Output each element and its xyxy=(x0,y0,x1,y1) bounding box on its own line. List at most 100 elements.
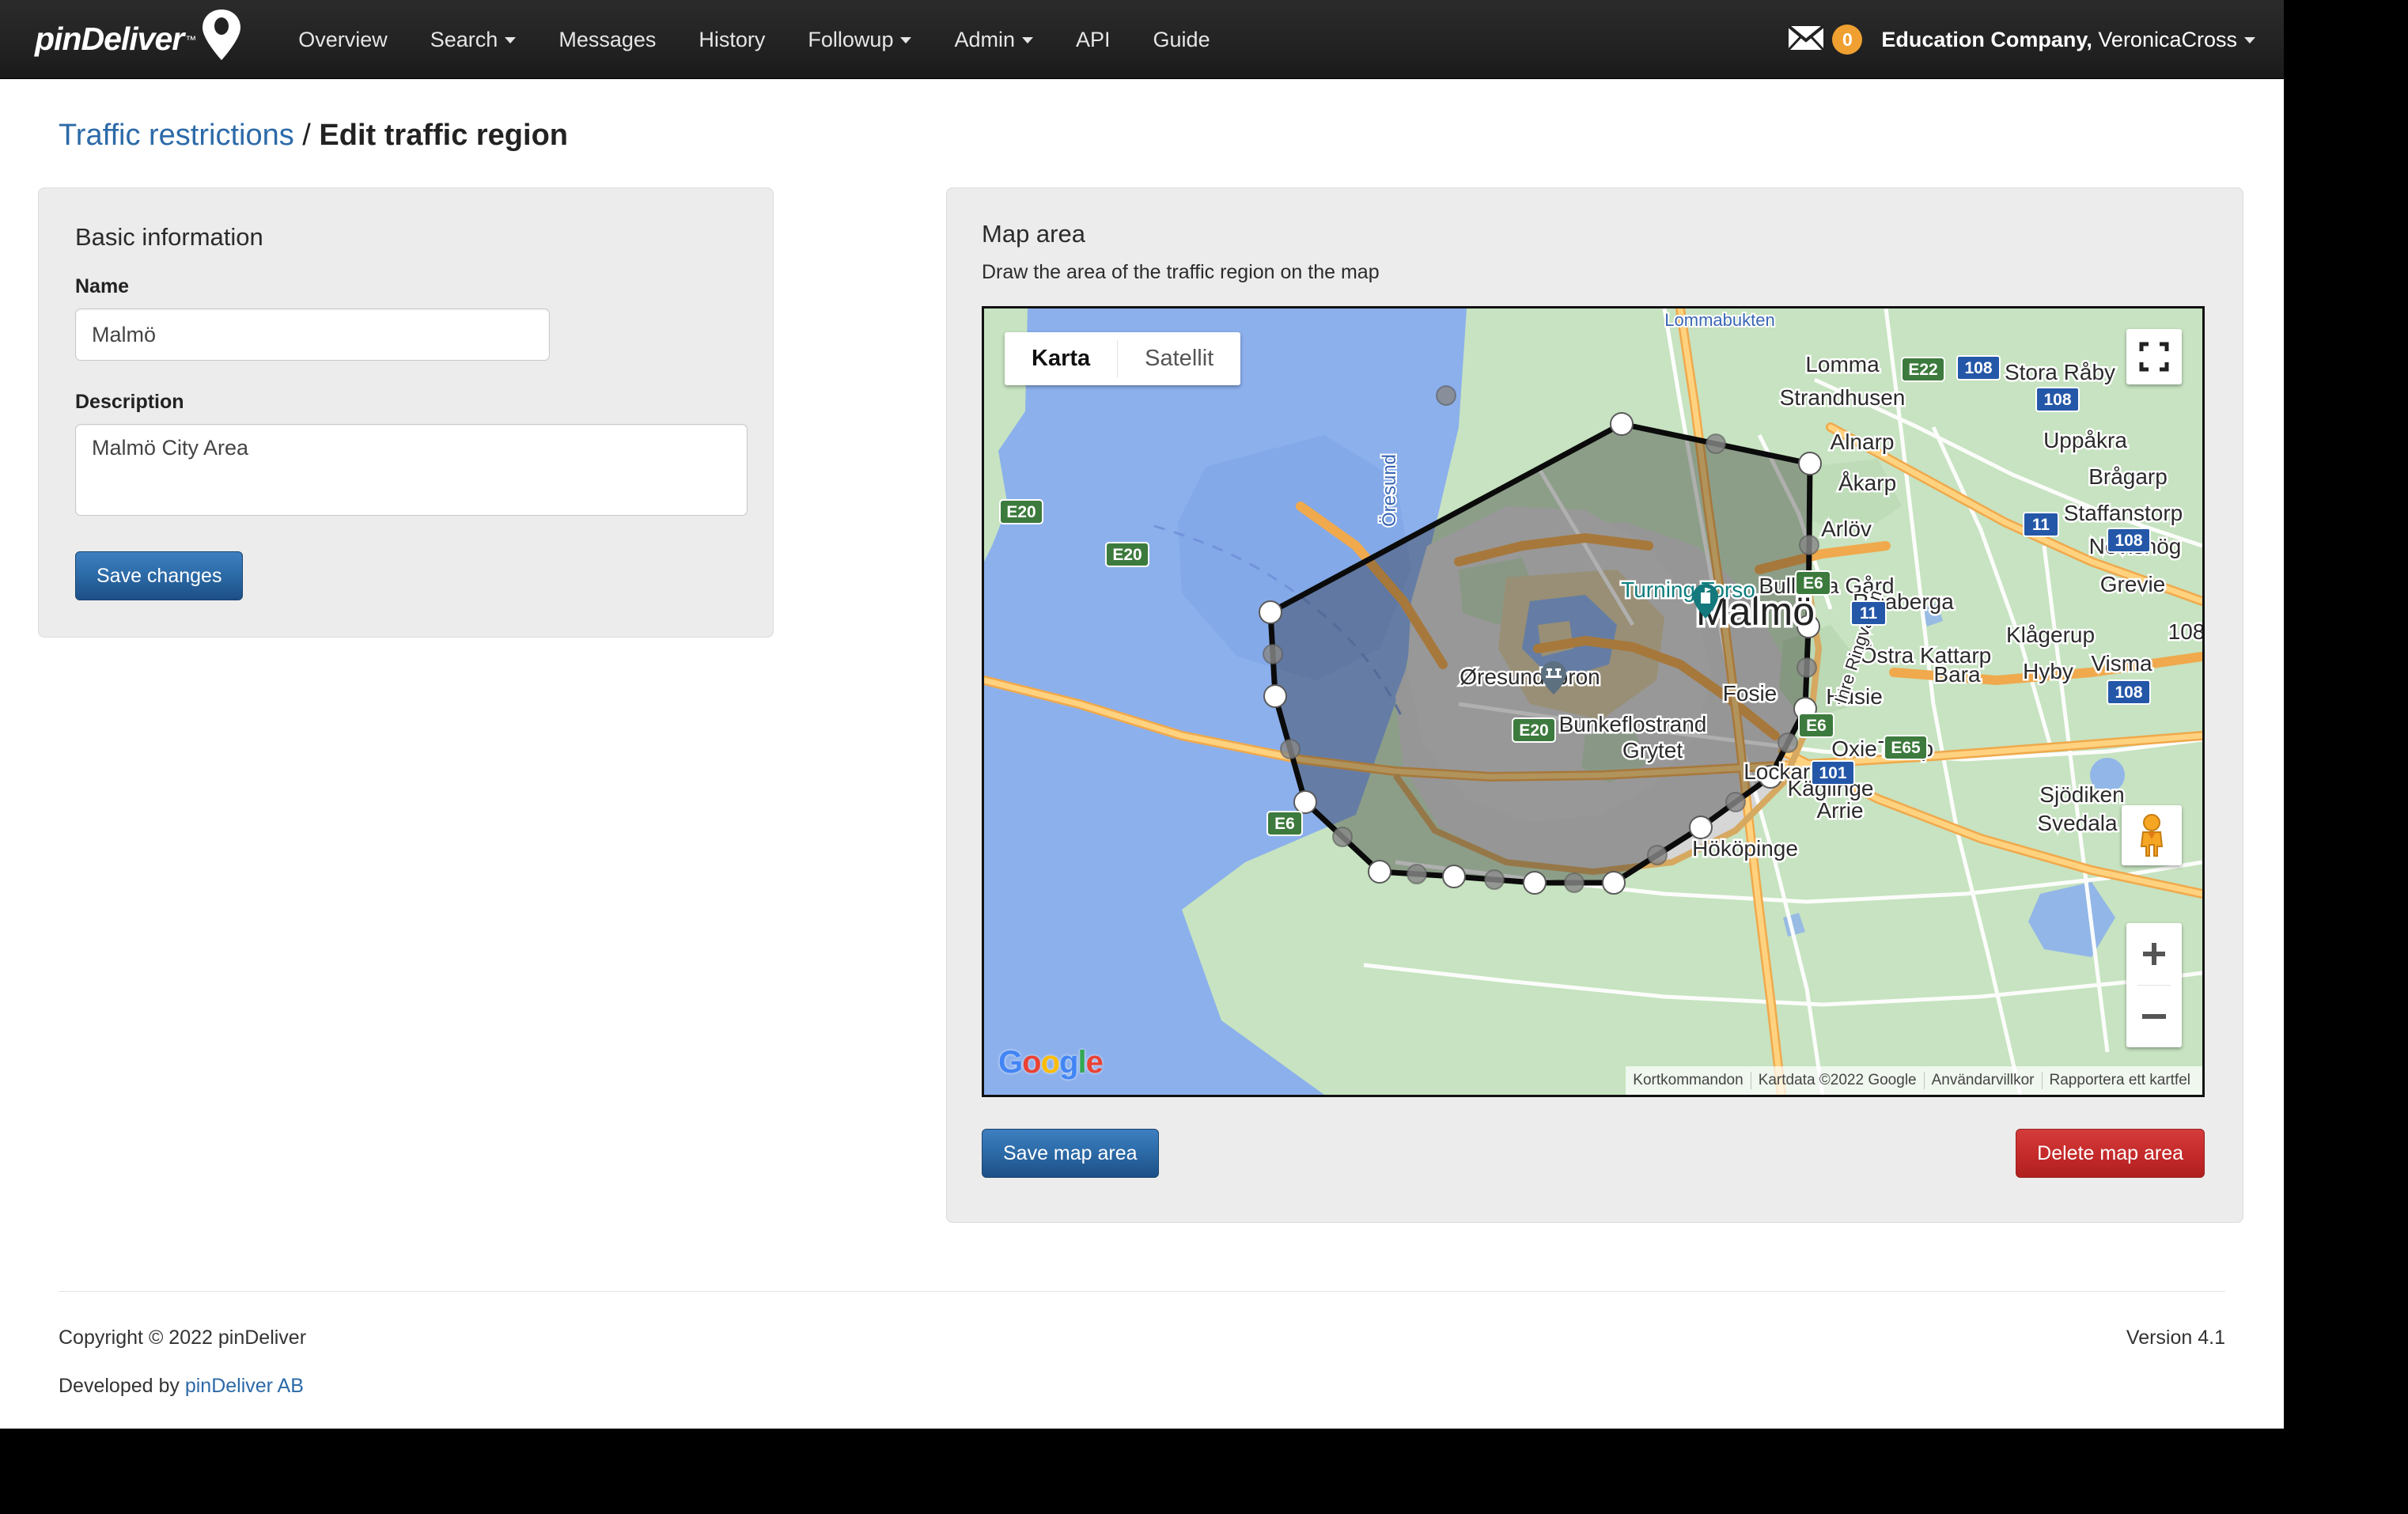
footer-developed-prefix: Developed by xyxy=(59,1375,185,1397)
name-label: Name xyxy=(75,275,130,297)
chevron-down-icon xyxy=(2244,37,2255,44)
svg-text:Uppåkra: Uppåkra xyxy=(2043,428,2127,452)
svg-text:Turning Torso: Turning Torso xyxy=(1621,577,1755,602)
google-letter: e xyxy=(1085,1045,1104,1080)
map-type-satellit[interactable]: Satellit xyxy=(1118,332,1240,385)
nav-label: Messages xyxy=(558,27,657,51)
svg-text:E6: E6 xyxy=(1806,717,1827,735)
svg-text:Hyby: Hyby xyxy=(2023,659,2073,683)
footer-developed-by: Developed by pinDeliver AB xyxy=(59,1375,2225,1398)
svg-text:Lommabukten: Lommabukten xyxy=(1664,310,1774,330)
svg-text:Strandhusen: Strandhusen xyxy=(1780,385,1906,410)
svg-text:Øresundsbron: Øresundsbron xyxy=(1460,664,1600,689)
map-zoom-control xyxy=(2126,923,2182,1047)
chevron-down-icon xyxy=(1022,37,1033,44)
envelope-icon xyxy=(1788,24,1825,55)
nav-label: Overview xyxy=(298,27,388,51)
fullscreen-icon[interactable] xyxy=(2126,329,2182,384)
nav-label: History xyxy=(699,27,766,51)
nav-item-search[interactable]: Search xyxy=(409,0,538,79)
delete-map-area-button[interactable]: Delete map area xyxy=(2016,1129,2205,1178)
basic-information-panel: Basic information Name Description Save … xyxy=(38,187,774,638)
nav-label: API xyxy=(1076,27,1111,51)
svg-text:11: 11 xyxy=(2032,516,2050,534)
map-attribution: Kortkommandon Kartdata ©2022 Google Anvä… xyxy=(1626,1066,2202,1095)
basic-information-title: Basic information xyxy=(75,223,263,251)
svg-text:Staffanstorp: Staffanstorp xyxy=(2064,501,2183,525)
svg-text:Oxie: Oxie xyxy=(1831,736,1877,761)
nav-item-guide[interactable]: Guide xyxy=(1132,0,1232,79)
messages-count-badge: 0 xyxy=(1832,25,1863,55)
attrib-keyboard-shortcuts[interactable]: Kortkommandon xyxy=(1626,1072,1750,1089)
footer-pindeliver-link[interactable]: pinDeliver AB xyxy=(185,1375,304,1397)
svg-text:108: 108 xyxy=(1964,359,1992,377)
svg-text:108: 108 xyxy=(2115,683,2142,702)
messages-indicator[interactable]: 0 xyxy=(1788,24,1863,55)
nav-item-api[interactable]: API xyxy=(1054,0,1132,79)
description-textarea[interactable] xyxy=(75,424,748,516)
nav-label: Guide xyxy=(1153,27,1210,51)
google-letter: G xyxy=(998,1045,1023,1080)
brand-trademark: ™ xyxy=(185,32,197,46)
nav-item-history[interactable]: History xyxy=(677,0,786,79)
svg-text:E20: E20 xyxy=(1112,546,1142,564)
svg-text:Fosie: Fosie xyxy=(1723,681,1777,706)
save-map-area-button[interactable]: Save map area xyxy=(982,1129,1159,1178)
svg-text:E6: E6 xyxy=(1274,815,1295,833)
top-navbar: pinDeliver ™ Overview Search Messages Hi… xyxy=(0,0,2284,79)
google-letter: l xyxy=(1077,1045,1086,1080)
google-letter: g xyxy=(1059,1045,1078,1080)
google-letter: o xyxy=(1040,1045,1060,1080)
svg-text:E20: E20 xyxy=(1006,503,1036,521)
map-action-buttons: Save map area Delete map area xyxy=(982,1129,2205,1178)
brand-logo[interactable]: pinDeliver ™ xyxy=(0,9,242,66)
nav-label: Search xyxy=(430,27,498,51)
navbar-right: 0 Education Company, VeronicaCross xyxy=(1788,0,2255,79)
page-content: Basic information Name Description Save … xyxy=(0,153,2284,1223)
right-column: Map area Draw the area of the traffic re… xyxy=(946,153,2243,1223)
svg-text:108: 108 xyxy=(2043,391,2071,409)
nav-item-messages[interactable]: Messages xyxy=(537,0,677,79)
description-label: Description xyxy=(75,391,184,413)
svg-text:Öresund: Öresund xyxy=(1379,454,1400,527)
nav-item-overview[interactable]: Overview xyxy=(277,0,409,79)
svg-text:E22: E22 xyxy=(1908,361,1937,379)
nav-links: Overview Search Messages History Followu… xyxy=(277,0,1231,79)
nav-item-followup[interactable]: Followup xyxy=(786,0,933,79)
svg-text:11: 11 xyxy=(1860,604,1878,623)
svg-text:E6: E6 xyxy=(1803,574,1823,592)
chevron-down-icon xyxy=(900,37,912,44)
application-window: pinDeliver ™ Overview Search Messages Hi… xyxy=(0,0,2284,1429)
brand-wordmark: pinDeliver xyxy=(35,21,184,57)
user-menu[interactable]: Education Company, VeronicaCross xyxy=(1881,28,2255,52)
map-type-karta[interactable]: Karta xyxy=(1005,332,1117,385)
attrib-report-error[interactable]: Rapportera ett kartfel xyxy=(2041,1072,2198,1089)
svg-text:Visma: Visma xyxy=(2091,651,2152,676)
svg-text:E20: E20 xyxy=(1519,721,1548,740)
google-letter: o xyxy=(1022,1045,1041,1080)
svg-text:Sjödiken: Sjödiken xyxy=(2039,782,2124,807)
svg-text:Bara: Bara xyxy=(1933,662,1981,687)
breadcrumb-link-traffic-restrictions[interactable]: Traffic restrictions xyxy=(59,119,294,152)
footer-version: Version 4.1 xyxy=(2126,1327,2225,1349)
street-view-pegman-icon[interactable] xyxy=(2122,805,2182,865)
svg-text:Brågarp: Brågarp xyxy=(2088,464,2168,489)
svg-text:Bunkeflostrand: Bunkeflostrand xyxy=(1559,712,1707,736)
svg-text:Alnarp: Alnarp xyxy=(1831,430,1895,454)
nav-label: Admin xyxy=(954,27,1015,51)
attrib-terms[interactable]: Användarvillkor xyxy=(1923,1072,2042,1089)
svg-text:108: 108 xyxy=(2115,532,2142,550)
breadcrumb-separator: / xyxy=(293,119,320,152)
save-changes-button[interactable]: Save changes xyxy=(75,551,244,600)
zoom-in-button[interactable] xyxy=(2126,923,2182,985)
map-canvas[interactable]: Lommabukten Öresund Lomma Strandhusen Al… xyxy=(982,306,2205,1097)
svg-text:Klågerup: Klågerup xyxy=(2006,623,2095,647)
svg-text:Åkarp: Åkarp xyxy=(1838,471,1896,495)
zoom-out-button[interactable] xyxy=(2126,986,2182,1047)
user-company-label: Education Company, xyxy=(1881,27,2092,51)
nav-item-admin[interactable]: Admin xyxy=(933,0,1054,79)
svg-text:Grevie: Grevie xyxy=(2100,572,2165,596)
map-type-control: Karta Satellit xyxy=(1005,332,1241,385)
name-input[interactable] xyxy=(75,308,550,361)
page-footer: Copyright © 2022 pinDeliver Version 4.1 … xyxy=(59,1291,2225,1398)
